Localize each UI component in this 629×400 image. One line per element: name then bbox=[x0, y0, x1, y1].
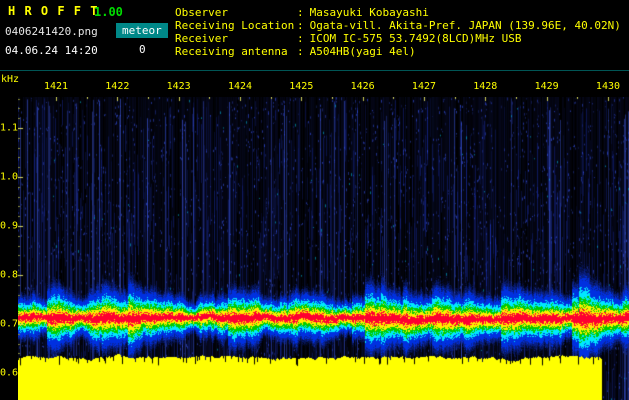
x-tick-label: 1429 bbox=[534, 81, 559, 92]
y-tick-label: 1.0 bbox=[0, 171, 19, 183]
mode-badge: meteor bbox=[116, 23, 168, 38]
info-colon: : bbox=[297, 6, 304, 19]
hrofft-window: H R O F F T 1.00 0406241420.png meteor 0… bbox=[0, 0, 629, 400]
info-row-observer: Observer: Masayuki Kobayashi bbox=[175, 6, 621, 19]
info-colon: : bbox=[297, 45, 304, 58]
info-colon: : bbox=[297, 19, 304, 32]
y-tick-label: 0.6 bbox=[0, 367, 19, 379]
info-colon: : bbox=[297, 32, 304, 45]
header-divider bbox=[0, 70, 629, 71]
y-tick-label: 0.7 bbox=[0, 318, 19, 330]
y-axis-unit: kHz bbox=[1, 74, 20, 85]
info-label: Receiving antenna bbox=[175, 45, 288, 58]
observation-info: Observer: Masayuki Kobayashi Receiving Lo… bbox=[175, 6, 621, 58]
info-value: A504HB(yagi 4el) bbox=[309, 45, 416, 58]
filename: 0406241420.png bbox=[5, 25, 98, 38]
meteor-count: 0 bbox=[139, 43, 146, 56]
info-label: Receiver bbox=[175, 32, 228, 45]
info-label: Observer bbox=[175, 6, 228, 19]
info-value: Masayuki Kobayashi bbox=[309, 6, 429, 19]
app-title: H R O F F T bbox=[8, 4, 99, 18]
x-tick-label: 1426 bbox=[350, 81, 375, 92]
info-row-receiver: Receiver: ICOM IC-575 53.7492(8LCD)MHz US… bbox=[175, 32, 621, 45]
x-tick-label: 1428 bbox=[473, 81, 498, 92]
x-tick-label: 1430 bbox=[595, 81, 621, 92]
info-row-location: Receiving Location: Ogata-vill. Akita-Pre… bbox=[175, 19, 621, 32]
y-tick-label: 0.8 bbox=[0, 269, 19, 281]
y-tick-label: 1.1 bbox=[0, 122, 19, 134]
x-tick-label: 1423 bbox=[166, 81, 191, 92]
x-tick-label: 1422 bbox=[105, 81, 130, 92]
x-tick-label: 1425 bbox=[289, 81, 314, 92]
app-version: 1.00 bbox=[94, 5, 123, 19]
info-label: Receiving Location bbox=[175, 19, 295, 32]
x-tick-label: 1421 bbox=[43, 81, 69, 92]
info-row-antenna: Receiving antenna: A504HB(yagi 4el) bbox=[175, 45, 621, 58]
x-tick-label: 1424 bbox=[227, 81, 253, 92]
info-value: Ogata-vill. Akita-Pref. JAPAN (139.96E, … bbox=[309, 19, 621, 32]
info-value: ICOM IC-575 53.7492(8LCD)MHz USB bbox=[309, 32, 522, 45]
datetime: 04.06.24 14:20 bbox=[5, 44, 98, 57]
spectrogram-canvas bbox=[18, 97, 629, 400]
y-tick-label: 0.9 bbox=[0, 220, 19, 232]
x-tick-label: 1427 bbox=[411, 81, 437, 92]
